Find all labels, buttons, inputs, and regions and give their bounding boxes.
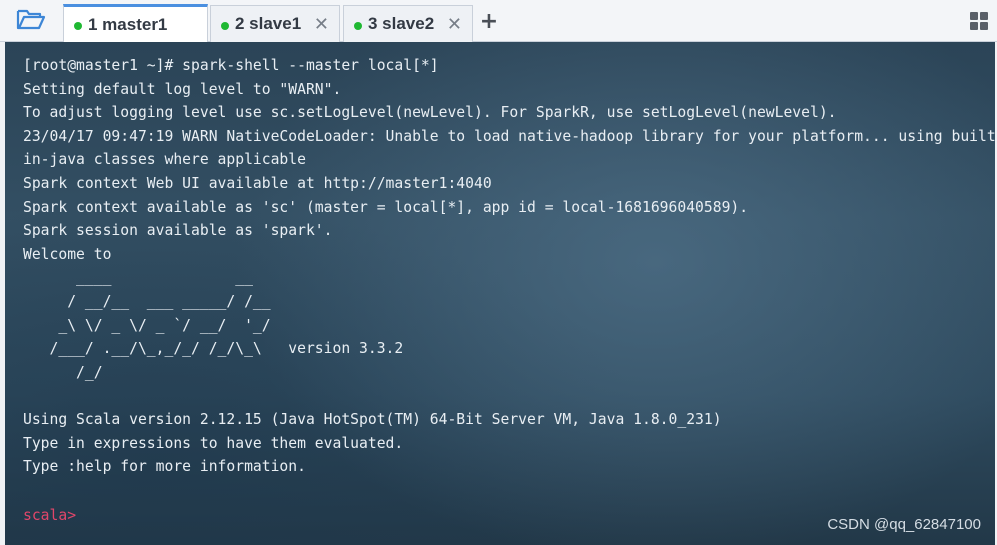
new-tab-button[interactable]: + [476,6,502,36]
tab-bar: 1 master1 2 slave1 ✕ 3 slave2 ✕ + [0,0,997,42]
terminal-app-window: 1 master1 2 slave1 ✕ 3 slave2 ✕ + [root@… [0,0,997,545]
status-dot-icon [354,21,362,30]
tab-slave1[interactable]: 2 slave1 ✕ [210,5,340,42]
tab-label: 2 slave1 [235,14,302,33]
terminal-line: 23/04/17 09:47:19 WARN NativeCodeLoader:… [23,127,995,145]
terminal-line: _\ \/ _ \/ _ `/ __/ '_/ [23,316,271,334]
terminal-line: [root@master1 ~]# spark-shell --master l… [23,57,439,74]
grid-layout-icon [969,12,989,35]
terminal-line: /_/ [23,363,103,381]
terminal-line: in-java classes where applicable [23,151,306,169]
tab-label: 3 slave2 [368,14,435,33]
tab-slave2[interactable]: 3 slave2 ✕ [343,5,473,42]
tab-master1[interactable]: 1 master1 [63,4,208,42]
terminal-line: Welcome to [23,245,112,263]
terminal-line: Type in expressions to have them evaluat… [23,434,404,452]
close-tab-icon[interactable]: ✕ [447,14,462,35]
terminal-output: [root@master1 ~]# spark-shell --master l… [23,54,995,479]
watermark-text: CSDN @qq_62847100 [827,516,981,533]
terminal-pane[interactable]: [root@master1 ~]# spark-shell --master l… [5,42,995,545]
terminal-line: / __/__ ___ _____/ /__ [23,292,271,310]
status-dot-icon [221,21,229,30]
terminal-line: Spark context available as 'sc' (master … [23,198,749,216]
terminal-line: To adjust logging level use sc.setLogLev… [23,104,837,122]
open-session-button[interactable] [8,4,54,38]
terminal-line: Spark session available as 'spark'. [23,222,333,240]
status-dot-icon [74,22,82,30]
terminal-line: Setting default log level to "WARN". [23,80,342,98]
terminal-line: Type :help for more information. [23,458,306,476]
terminal-line: Using Scala version 2.12.15 (Java HotSpo… [23,410,722,428]
terminal-line: ____ __ [23,269,253,287]
folder-open-icon [16,7,46,36]
terminal-line: /___/ .__/\_,_/_/ /_/\_\ version 3.3.2 [23,340,404,358]
close-tab-icon[interactable]: ✕ [314,14,329,35]
layout-button[interactable] [969,11,989,31]
tab-label: 1 master1 [88,14,168,34]
scala-prompt[interactable]: scala> [23,504,76,528]
terminal-line: Spark context Web UI available at http:/… [23,174,492,192]
